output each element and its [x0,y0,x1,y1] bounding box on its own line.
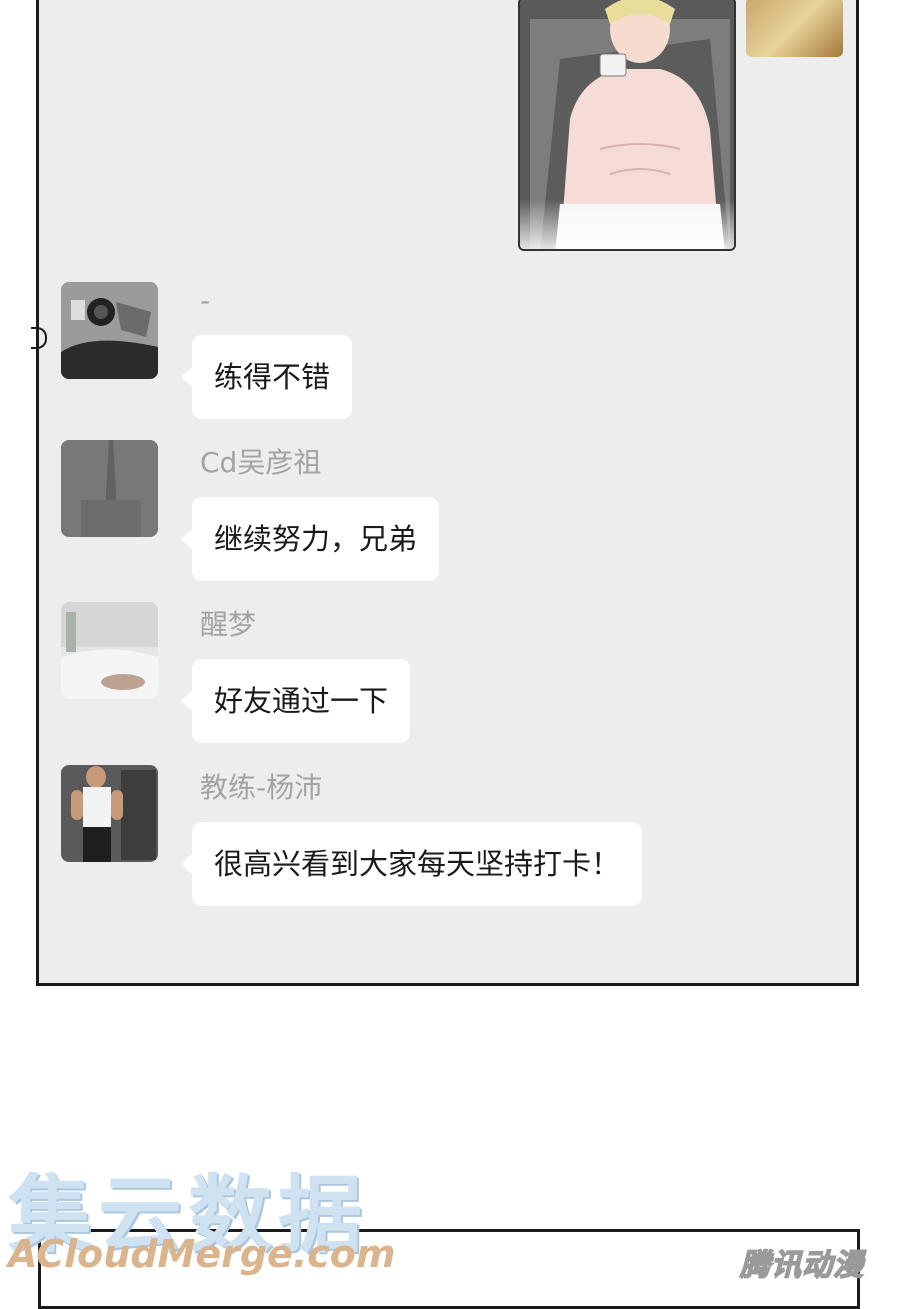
sender-name: - [200,284,211,317]
selfie-image[interactable] [518,0,736,251]
message-bubble[interactable]: 练得不错 [180,335,353,419]
sender-name: Cd吴彦祖 [200,446,322,479]
panel-edge-mark [31,327,47,349]
message-bubble[interactable]: 很高兴看到大家每天坚持打卡！ [180,822,643,906]
avatar-self[interactable] [746,0,843,57]
watermark-logo-en: ACloudMerge.com [8,1232,396,1276]
selfie-illustration [520,0,734,249]
avatar[interactable] [61,440,158,537]
avatar[interactable] [61,602,158,699]
bedroom-avatar-image [61,602,158,699]
sender-name: 教练-杨沛 [200,771,323,804]
camera-photo-avatar-image [61,282,158,379]
gym-avatar-image [61,765,158,862]
avatar[interactable] [61,282,158,379]
chat-panel: - 练得不错 Cd吴彦祖 继续努力，兄弟 醒梦 好友通过一下 教练-杨沛 很高兴… [31,0,859,986]
sender-name: 醒梦 [200,608,257,641]
tower-fog-avatar-image [61,440,158,537]
avatar[interactable] [61,765,158,862]
message-bubble[interactable]: 继续努力，兄弟 [180,497,440,581]
message-bubble[interactable]: 好友通过一下 [180,659,411,743]
publisher-logo: 腾讯动漫 [739,1247,864,1284]
